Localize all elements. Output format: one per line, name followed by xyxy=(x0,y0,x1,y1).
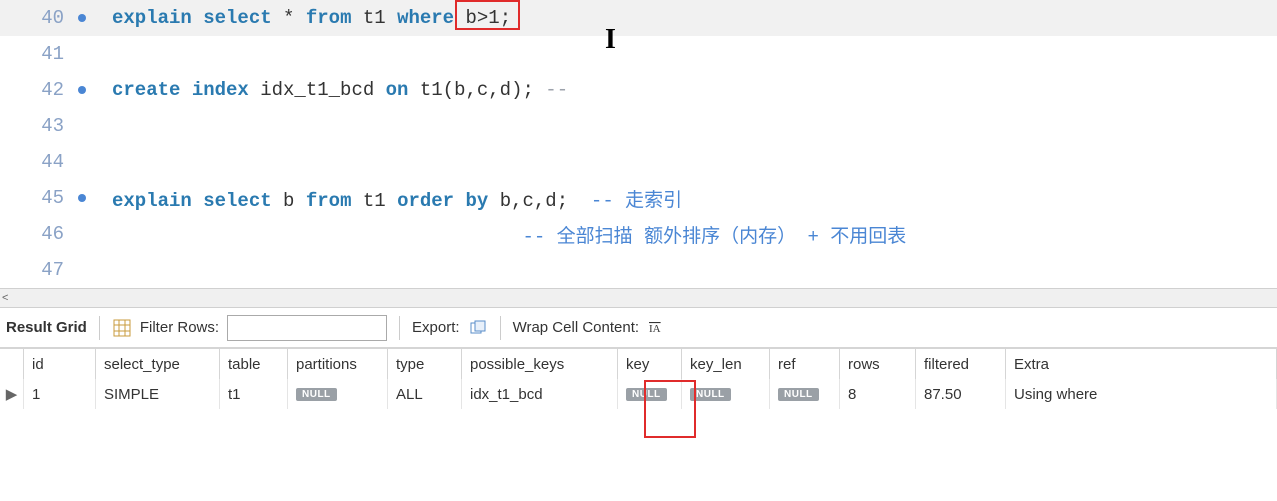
cell-type[interactable]: ALL xyxy=(388,379,462,409)
null-badge: NULL xyxy=(296,388,337,401)
code-line[interactable]: 45explain select b from t1 order by b,c,… xyxy=(0,180,1277,216)
col-header-extra[interactable]: Extra xyxy=(1006,349,1277,379)
code-line[interactable]: 40explain select * from t1 where b>1; xyxy=(0,0,1277,36)
line-number: 44 xyxy=(0,151,72,173)
line-number: 40 xyxy=(0,7,72,29)
result-grid-label: Result Grid xyxy=(6,319,87,336)
code-content[interactable]: explain select * from t1 where b>1; xyxy=(72,7,511,29)
line-number: 46 xyxy=(0,223,72,245)
horizontal-scrollbar[interactable]: < xyxy=(0,288,1277,308)
table-row[interactable]: ▶1SIMPLEt1 NULL ALLidx_t1_bcd NULL NULL NULL 8… xyxy=(0,379,1277,409)
cell-key[interactable]: NULL xyxy=(618,379,682,409)
cell-ref[interactable]: NULL xyxy=(770,379,840,409)
results-toolbar: Result Grid Filter Rows: Export: Wrap Ce… xyxy=(0,308,1277,348)
line-number: 41 xyxy=(0,43,72,65)
col-header-ref[interactable]: ref xyxy=(770,349,840,379)
separator xyxy=(99,316,100,340)
null-badge: NULL xyxy=(690,388,731,401)
text-cursor-icon: I xyxy=(605,24,616,56)
wrap-cell-content-icon[interactable]: IA xyxy=(647,318,667,338)
grid-header-row: id select_type table partitions type pos… xyxy=(0,349,1277,379)
cell-partitions[interactable]: NULL xyxy=(288,379,388,409)
row-handle[interactable]: ▶ xyxy=(0,379,24,409)
statement-marker-icon xyxy=(78,194,86,202)
separator xyxy=(500,316,501,340)
cell-rows[interactable]: 8 xyxy=(840,379,916,409)
line-number: 42 xyxy=(0,79,72,101)
wrap-cell-content-label: Wrap Cell Content: xyxy=(513,319,639,336)
statement-marker-icon xyxy=(78,14,86,22)
cell-key-len[interactable]: NULL xyxy=(682,379,770,409)
export-icon[interactable] xyxy=(468,318,488,338)
code-line[interactable]: 47 xyxy=(0,252,1277,288)
cell-extra[interactable]: Using where xyxy=(1006,379,1277,409)
code-line[interactable]: 42create index idx_t1_bcd on t1(b,c,d); … xyxy=(0,72,1277,108)
code-content[interactable]: explain select b from t1 order by b,c,d;… xyxy=(72,185,682,212)
cell-possible-keys[interactable]: idx_t1_bcd xyxy=(462,379,618,409)
cell-id[interactable]: 1 xyxy=(24,379,96,409)
code-line[interactable]: 41 xyxy=(0,36,1277,72)
export-label: Export: xyxy=(412,319,460,336)
col-header-key[interactable]: key xyxy=(618,349,682,379)
code-line[interactable]: 46 -- 全部扫描 额外排序（内存） + 不用回表 xyxy=(0,216,1277,252)
col-header-possible-keys[interactable]: possible_keys xyxy=(462,349,618,379)
col-header-filtered[interactable]: filtered xyxy=(916,349,1006,379)
col-header-type[interactable]: type xyxy=(388,349,462,379)
null-badge: NULL xyxy=(626,388,667,401)
sql-editor[interactable]: 40explain select * from t1 where b>1;414… xyxy=(0,0,1277,288)
filter-rows-input[interactable] xyxy=(227,315,387,341)
col-header-partitions[interactable]: partitions xyxy=(288,349,388,379)
null-badge: NULL xyxy=(778,388,819,401)
col-header-rows[interactable]: rows xyxy=(840,349,916,379)
svg-text:IA: IA xyxy=(649,323,661,335)
code-line[interactable]: 44 xyxy=(0,144,1277,180)
cell-select-type[interactable]: SIMPLE xyxy=(96,379,220,409)
row-handle-header xyxy=(0,349,24,379)
col-header-table[interactable]: table xyxy=(220,349,288,379)
line-number: 43 xyxy=(0,115,72,137)
result-grid-view-icon[interactable] xyxy=(112,318,132,338)
scroll-left-arrow[interactable]: < xyxy=(0,292,8,304)
filter-rows-label: Filter Rows: xyxy=(140,319,219,336)
code-content[interactable]: -- 全部扫描 额外排序（内存） + 不用回表 xyxy=(72,221,906,248)
result-grid[interactable]: id select_type table partitions type pos… xyxy=(0,348,1277,409)
statement-marker-icon xyxy=(78,86,86,94)
col-header-key-len[interactable]: key_len xyxy=(682,349,770,379)
cell-filtered[interactable]: 87.50 xyxy=(916,379,1006,409)
col-header-select-type[interactable]: select_type xyxy=(96,349,220,379)
line-number: 47 xyxy=(0,259,72,281)
code-content[interactable]: create index idx_t1_bcd on t1(b,c,d); -- xyxy=(72,79,568,101)
separator xyxy=(399,316,400,340)
cell-table[interactable]: t1 xyxy=(220,379,288,409)
line-number: 45 xyxy=(0,187,72,209)
code-line[interactable]: 43 xyxy=(0,108,1277,144)
col-header-id[interactable]: id xyxy=(24,349,96,379)
